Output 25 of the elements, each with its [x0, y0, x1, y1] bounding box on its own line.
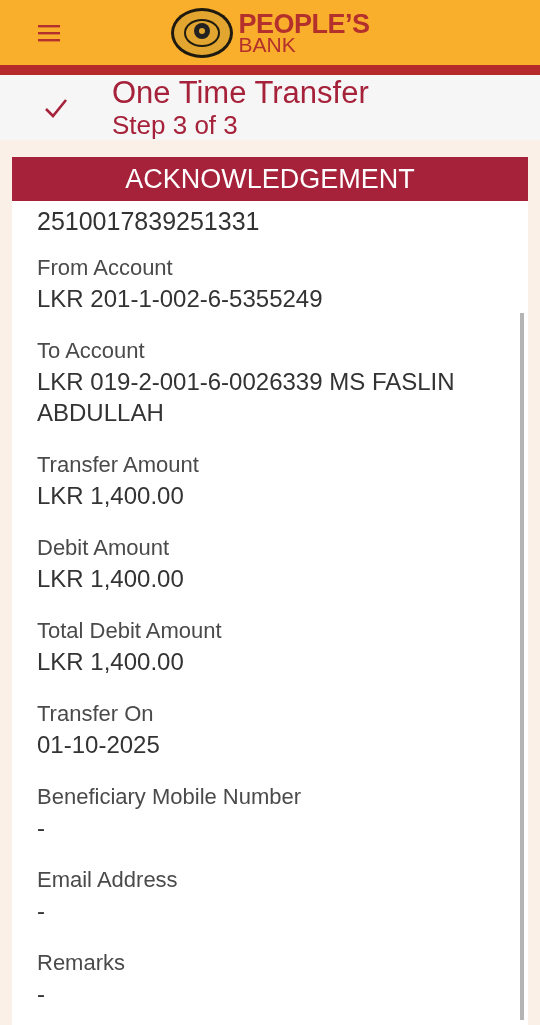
- seal-icon: [170, 6, 235, 59]
- field-value: 01-10-2025: [37, 730, 161, 760]
- field-value: -: [37, 979, 46, 1009]
- field-label: Email Address: [37, 866, 179, 894]
- field-value: LKR 1,400.00: [37, 564, 185, 594]
- field-label: Transfer On: [37, 700, 155, 728]
- field-value: LKR 201-1-002-6-5355249: [37, 284, 324, 314]
- field-label: Beneficiary Mobile Number: [37, 783, 303, 811]
- reference-number: 2510017839251331: [37, 206, 261, 237]
- field-value: -: [37, 813, 46, 843]
- field-label: From Account: [37, 254, 174, 282]
- field-label: To Account: [37, 337, 146, 365]
- field-label: Total Debit Amount: [37, 617, 223, 645]
- brand-name: PEOPLE’S: [238, 11, 370, 36]
- field-label: Transfer Amount: [37, 451, 200, 479]
- field-value: LKR 1,400.00: [37, 647, 185, 677]
- step-indicator: Step 3 of 3: [112, 109, 239, 140]
- field-label: Remarks: [37, 949, 126, 977]
- brand-name: BANK: [238, 35, 296, 54]
- card-title: ACKNOWLEDGEMENT: [12, 157, 528, 201]
- step-title: One Time Transfer: [112, 75, 369, 110]
- field-value: LKR 1,400.00: [37, 481, 185, 511]
- field-value: -: [37, 896, 46, 926]
- field-label: Debit Amount: [37, 534, 171, 562]
- field-value: LKR 019-2-001-6-0026339 MS FASLIN ABDULLAH: [37, 367, 456, 428]
